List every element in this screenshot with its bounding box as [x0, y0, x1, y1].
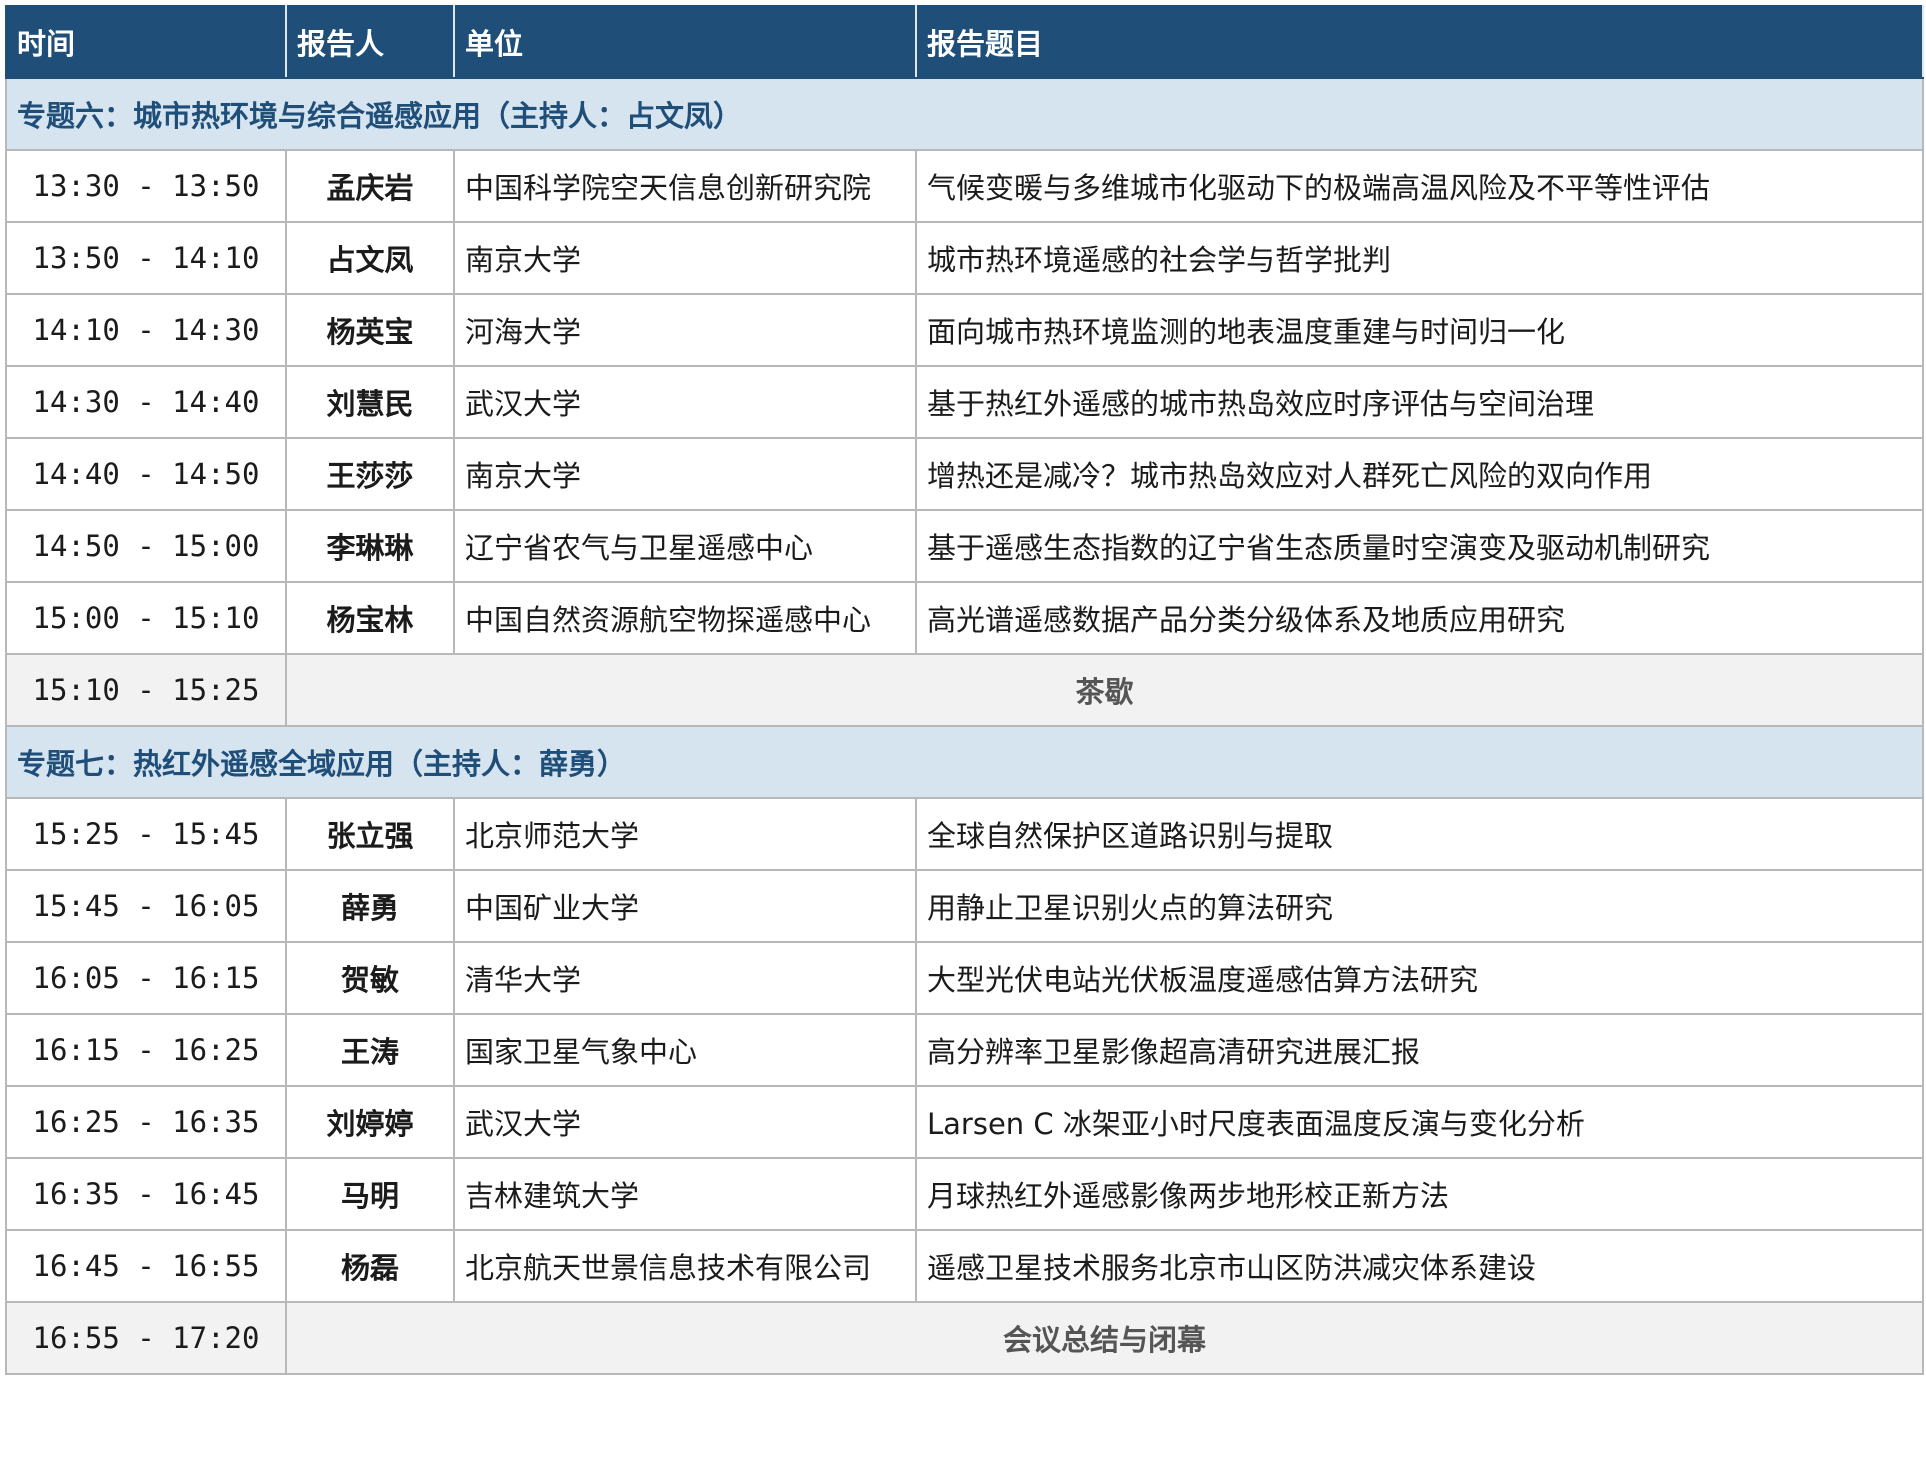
time-cell: 16:35 - 16:45 [5, 1157, 287, 1231]
topic-cell: 增热还是减冷？城市热岛效应对人群死亡风险的双向作用 [915, 437, 1924, 511]
speaker-cell: 杨英宝 [285, 293, 455, 367]
table-row: 14:40 - 14:50 王莎莎 南京大学 增热还是减冷？城市热岛效应对人群死亡风险… [5, 437, 1924, 511]
break-label-cell: 茶歇 [285, 653, 1924, 727]
org-cell: 南京大学 [453, 221, 917, 295]
section-title: 专题七：热红外遥感全域应用（主持人：薛勇） [5, 725, 1924, 799]
table-row: 16:15 - 16:25 王涛 国家卫星气象中心 高分辨率卫星影像超高清研究进展汇报 [5, 1013, 1924, 1087]
org-cell: 北京航天世景信息技术有限公司 [453, 1229, 917, 1303]
speaker-cell: 刘婷婷 [285, 1085, 455, 1159]
break-time-cell: 16:55 - 17:20 [5, 1301, 287, 1375]
org-cell: 河海大学 [453, 293, 917, 367]
org-cell: 中国矿业大学 [453, 869, 917, 943]
topic-cell: 气候变暖与多维城市化驱动下的极端高温风险及不平等性评估 [915, 149, 1924, 223]
section-header-row: 专题七：热红外遥感全域应用（主持人：薛勇） [5, 725, 1924, 799]
org-cell: 清华大学 [453, 941, 917, 1015]
speaker-cell: 杨宝林 [285, 581, 455, 655]
speaker-cell: 孟庆岩 [285, 149, 455, 223]
topic-cell: Larsen C 冰架亚小时尺度表面温度反演与变化分析 [915, 1085, 1924, 1159]
speaker-cell: 李琳琳 [285, 509, 455, 583]
table-row: 14:10 - 14:30 杨英宝 河海大学 面向城市热环境监测的地表温度重建与时间归… [5, 293, 1924, 367]
speaker-cell: 张立强 [285, 797, 455, 871]
table-row: 16:05 - 16:15 贺敏 清华大学 大型光伏电站光伏板温度遥感估算方法研究 [5, 941, 1924, 1015]
break-row: 15:10 - 15:25 茶歇 [5, 653, 1924, 727]
topic-cell: 大型光伏电站光伏板温度遥感估算方法研究 [915, 941, 1924, 1015]
table-row: 13:30 - 13:50 孟庆岩 中国科学院空天信息创新研究院 气候变暖与多维城市化… [5, 149, 1924, 223]
topic-cell: 全球自然保护区道路识别与提取 [915, 797, 1924, 871]
schedule-page: 时间 报告人 单位 报告题目 专题六：城市热环境与综合遥感应用（主持人：占文凤）… [0, 0, 1926, 1457]
time-cell: 16:45 - 16:55 [5, 1229, 287, 1303]
table-row: 16:35 - 16:45 马明 吉林建筑大学 月球热红外遥感影像两步地形校正新方法 [5, 1157, 1924, 1231]
table-row: 15:45 - 16:05 薛勇 中国矿业大学 用静止卫星识别火点的算法研究 [5, 869, 1924, 943]
topic-cell: 高分辨率卫星影像超高清研究进展汇报 [915, 1013, 1924, 1087]
table-row: 13:50 - 14:10 占文凤 南京大学 城市热环境遥感的社会学与哲学批判 [5, 221, 1924, 295]
time-cell: 13:30 - 13:50 [5, 149, 287, 223]
header-time: 时间 [5, 5, 287, 79]
org-cell: 辽宁省农气与卫星遥感中心 [453, 509, 917, 583]
topic-cell: 高光谱遥感数据产品分类分级体系及地质应用研究 [915, 581, 1924, 655]
org-cell: 南京大学 [453, 437, 917, 511]
topic-cell: 面向城市热环境监测的地表温度重建与时间归一化 [915, 293, 1924, 367]
time-cell: 16:15 - 16:25 [5, 1013, 287, 1087]
header-topic: 报告题目 [915, 5, 1924, 79]
time-cell: 13:50 - 14:10 [5, 221, 287, 295]
section-title: 专题六：城市热环境与综合遥感应用（主持人：占文凤） [5, 77, 1924, 151]
topic-cell: 月球热红外遥感影像两步地形校正新方法 [915, 1157, 1924, 1231]
section-header-row: 专题六：城市热环境与综合遥感应用（主持人：占文凤） [5, 77, 1924, 151]
topic-cell: 遥感卫星技术服务北京市山区防洪减灾体系建设 [915, 1229, 1924, 1303]
time-cell: 14:50 - 15:00 [5, 509, 287, 583]
org-cell: 国家卫星气象中心 [453, 1013, 917, 1087]
table-header-row: 时间 报告人 单位 报告题目 [5, 5, 1924, 79]
table-row: 15:25 - 15:45 张立强 北京师范大学 全球自然保护区道路识别与提取 [5, 797, 1924, 871]
speaker-cell: 王涛 [285, 1013, 455, 1087]
org-cell: 北京师范大学 [453, 797, 917, 871]
time-cell: 16:25 - 16:35 [5, 1085, 287, 1159]
speaker-cell: 贺敏 [285, 941, 455, 1015]
speaker-cell: 薛勇 [285, 869, 455, 943]
speaker-cell: 刘慧民 [285, 365, 455, 439]
speaker-cell: 占文凤 [285, 221, 455, 295]
table-row: 16:45 - 16:55 杨磊 北京航天世景信息技术有限公司 遥感卫星技术服务北京市… [5, 1229, 1924, 1303]
time-cell: 15:45 - 16:05 [5, 869, 287, 943]
time-cell: 16:05 - 16:15 [5, 941, 287, 1015]
schedule-table: 时间 报告人 单位 报告题目 专题六：城市热环境与综合遥感应用（主持人：占文凤）… [5, 5, 1924, 1375]
time-cell: 15:25 - 15:45 [5, 797, 287, 871]
schedule-body: 专题六：城市热环境与综合遥感应用（主持人：占文凤） 13:30 - 13:50 孟庆… [5, 77, 1924, 1375]
time-cell: 14:30 - 14:40 [5, 365, 287, 439]
org-cell: 武汉大学 [453, 365, 917, 439]
org-cell: 吉林建筑大学 [453, 1157, 917, 1231]
break-row: 16:55 - 17:20 会议总结与闭幕 [5, 1301, 1924, 1375]
table-row: 15:00 - 15:10 杨宝林 中国自然资源航空物探遥感中心 高光谱遥感数据产品分… [5, 581, 1924, 655]
topic-cell: 用静止卫星识别火点的算法研究 [915, 869, 1924, 943]
table-row: 14:50 - 15:00 李琳琳 辽宁省农气与卫星遥感中心 基于遥感生态指数的辽宁省… [5, 509, 1924, 583]
table-row: 14:30 - 14:40 刘慧民 武汉大学 基于热红外遥感的城市热岛效应时序评估与空… [5, 365, 1924, 439]
org-cell: 中国科学院空天信息创新研究院 [453, 149, 917, 223]
header-org: 单位 [453, 5, 917, 79]
speaker-cell: 杨磊 [285, 1229, 455, 1303]
header-speaker: 报告人 [285, 5, 455, 79]
break-label-cell: 会议总结与闭幕 [285, 1301, 1924, 1375]
topic-cell: 基于遥感生态指数的辽宁省生态质量时空演变及驱动机制研究 [915, 509, 1924, 583]
org-cell: 中国自然资源航空物探遥感中心 [453, 581, 917, 655]
time-cell: 14:10 - 14:30 [5, 293, 287, 367]
time-cell: 15:00 - 15:10 [5, 581, 287, 655]
time-cell: 14:40 - 14:50 [5, 437, 287, 511]
speaker-cell: 马明 [285, 1157, 455, 1231]
topic-cell: 基于热红外遥感的城市热岛效应时序评估与空间治理 [915, 365, 1924, 439]
org-cell: 武汉大学 [453, 1085, 917, 1159]
break-time-cell: 15:10 - 15:25 [5, 653, 287, 727]
table-row: 16:25 - 16:35 刘婷婷 武汉大学 Larsen C 冰架亚小时尺度表面温度… [5, 1085, 1924, 1159]
speaker-cell: 王莎莎 [285, 437, 455, 511]
topic-cell: 城市热环境遥感的社会学与哲学批判 [915, 221, 1924, 295]
